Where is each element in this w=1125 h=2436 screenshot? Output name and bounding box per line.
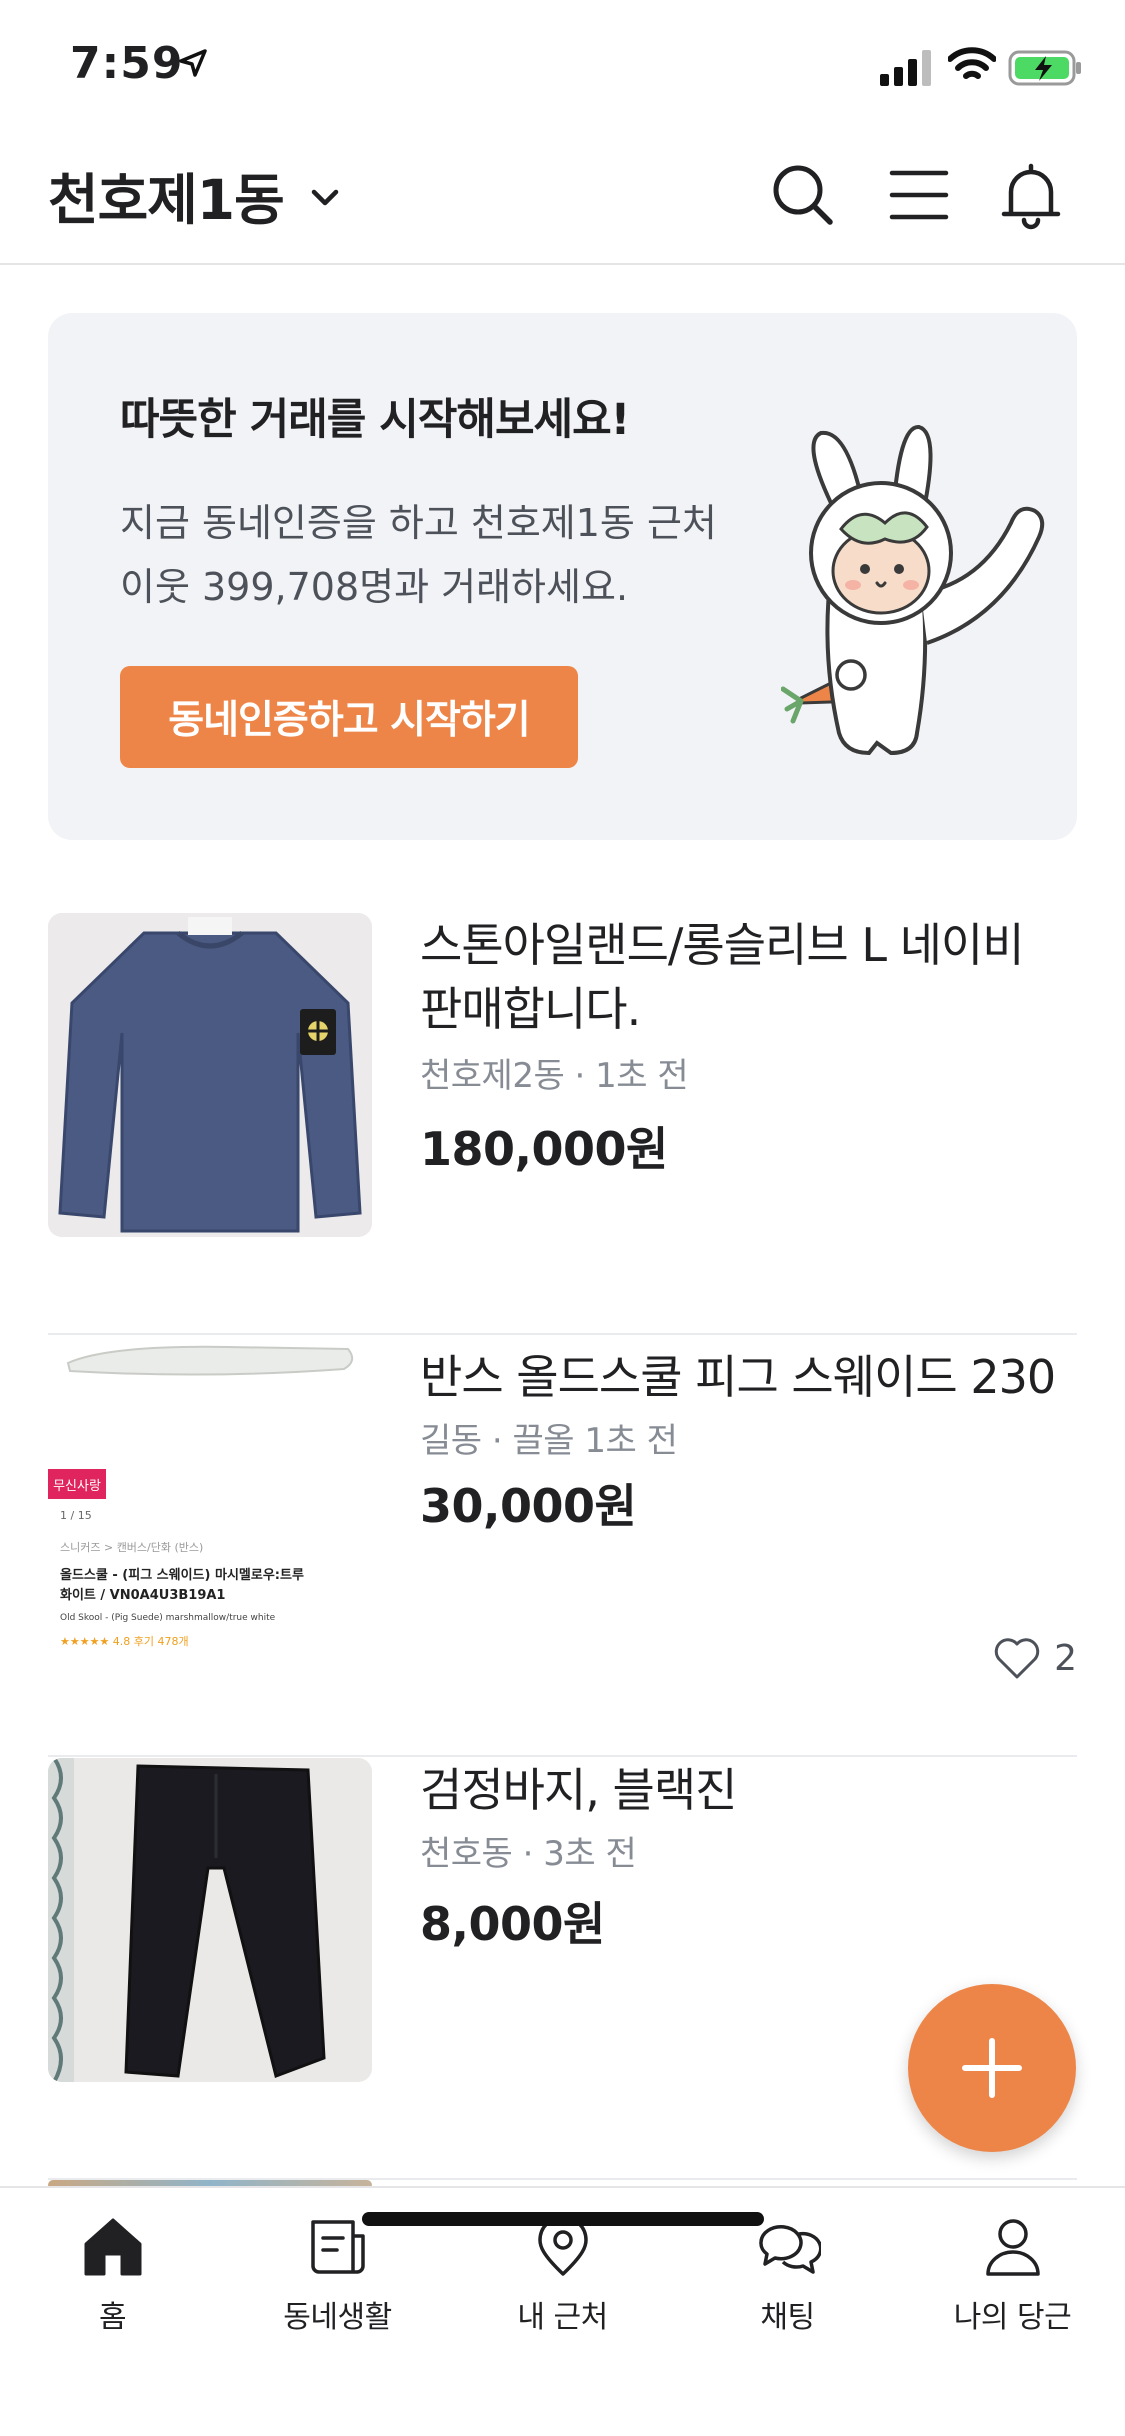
listing-thumbnail: 무신사랑 1 / 15 스니커즈 > 캔버스/단화 (반스) 올드스쿨 - (피… xyxy=(48,1335,372,1659)
rabbit-mascot-illustration xyxy=(781,425,1045,756)
like-count-value: 2 xyxy=(1054,1637,1077,1679)
listing-price: 30,000원 xyxy=(420,1479,637,1533)
status-time: 7:59 xyxy=(70,38,184,89)
heart-icon xyxy=(994,1638,1040,1679)
thumb-page-count: 1 / 15 xyxy=(60,1509,92,1522)
person-icon xyxy=(985,2219,1040,2276)
tab-label: 홈 xyxy=(98,2300,127,2335)
verification-banner: 따뜻한 거래를 시작해보세요! 지금 동네인증을 하고 천호제1동 근처 이웃 … xyxy=(48,313,1077,840)
listing-thumbnail xyxy=(48,913,372,1237)
shop-badge: 무신사랑 xyxy=(48,1469,106,1499)
plus-icon xyxy=(962,2038,1022,2098)
listing-thumbnail xyxy=(48,1758,372,2082)
tab-nearby[interactable]: 내 근처 xyxy=(450,2214,675,2344)
tab-chat[interactable]: 채팅 xyxy=(675,2214,900,2344)
app-header: 천호제1동 xyxy=(0,130,1125,265)
tab-my-karrot[interactable]: 나의 당근 xyxy=(900,2214,1125,2344)
newspaper-icon xyxy=(310,2220,365,2274)
tab-home[interactable]: 홈 xyxy=(0,2214,225,2344)
search-icon[interactable] xyxy=(768,160,838,230)
listing-title: 반스 올드스쿨 피그 스웨이드 230 xyxy=(420,1350,1056,1404)
location-label: 천호제1동 xyxy=(48,168,285,232)
thumb-breadcrumb: 스니커즈 > 캔버스/단화 (반스) xyxy=(60,1541,204,1554)
banner-title: 따뜻한 거래를 시작해보세요! xyxy=(120,395,630,445)
tab-label: 내 근처 xyxy=(517,2300,608,2335)
tab-label: 동네생활 xyxy=(283,2300,392,2335)
menu-icon[interactable] xyxy=(884,160,954,230)
tab-community[interactable]: 동네생활 xyxy=(225,2214,450,2344)
tab-label: 나의 당근 xyxy=(953,2300,1072,2335)
tab-label: 채팅 xyxy=(760,2300,815,2335)
listing-price: 180,000원 xyxy=(420,1122,668,1176)
listing-price: 8,000원 xyxy=(420,1897,605,1951)
thumb-product-name: 화이트 / VN0A4U3B19A1 xyxy=(60,1588,226,1603)
listing-item[interactable]: 스톤아일랜드/롱슬리브 L 네이비 판매합니다. 천호제2동 · 1초 전 18… xyxy=(48,913,1077,1335)
listing-meta: 천호동 · 3초 전 xyxy=(420,1834,637,1874)
thumb-product-sub: Old Skool - (Pig Suede) marshmallow/true… xyxy=(60,1613,276,1623)
listing-item[interactable]: 무신사랑 1 / 15 스니커즈 > 캔버스/단화 (반스) 올드스쿨 - (피… xyxy=(48,1335,1077,1757)
chat-icon xyxy=(758,2225,821,2274)
location-arrow-icon xyxy=(179,49,207,77)
battery-icon xyxy=(1008,50,1081,86)
home-icon xyxy=(84,2218,141,2276)
verify-neighborhood-button[interactable]: 동네인증하고 시작하기 xyxy=(120,666,578,768)
signal-icon xyxy=(880,50,931,86)
listing-meta: 길동 · 끌올 1초 전 xyxy=(420,1421,678,1461)
home-indicator[interactable] xyxy=(362,2212,764,2226)
banner-description: 지금 동네인증을 하고 천호제1동 근처 이웃 399,708명과 거래하세요. xyxy=(120,501,717,609)
thumb-rating: ★★★★★ 4.8 후기 478개 xyxy=(60,1635,189,1648)
bell-icon[interactable] xyxy=(996,160,1066,230)
listing-title: 스톤아일랜드/롱슬리브 L 네이비 판매합니다. xyxy=(420,918,1025,1036)
listing-title: 검정바지, 블랙진 xyxy=(420,1763,737,1817)
add-listing-button[interactable] xyxy=(908,1984,1076,2152)
location-selector[interactable]: 천호제1동 xyxy=(48,160,342,232)
like-count: 2 xyxy=(992,1635,1077,1681)
wifi-icon xyxy=(948,47,996,79)
thumb-product-name: 올드스쿨 - (피그 스웨이드) 마시멜로우:트루 xyxy=(60,1568,304,1583)
status-bar: 7:59 xyxy=(0,0,1125,130)
chevron-down-icon xyxy=(311,189,338,206)
listing-meta: 천호제2동 · 1초 전 xyxy=(420,1056,689,1096)
